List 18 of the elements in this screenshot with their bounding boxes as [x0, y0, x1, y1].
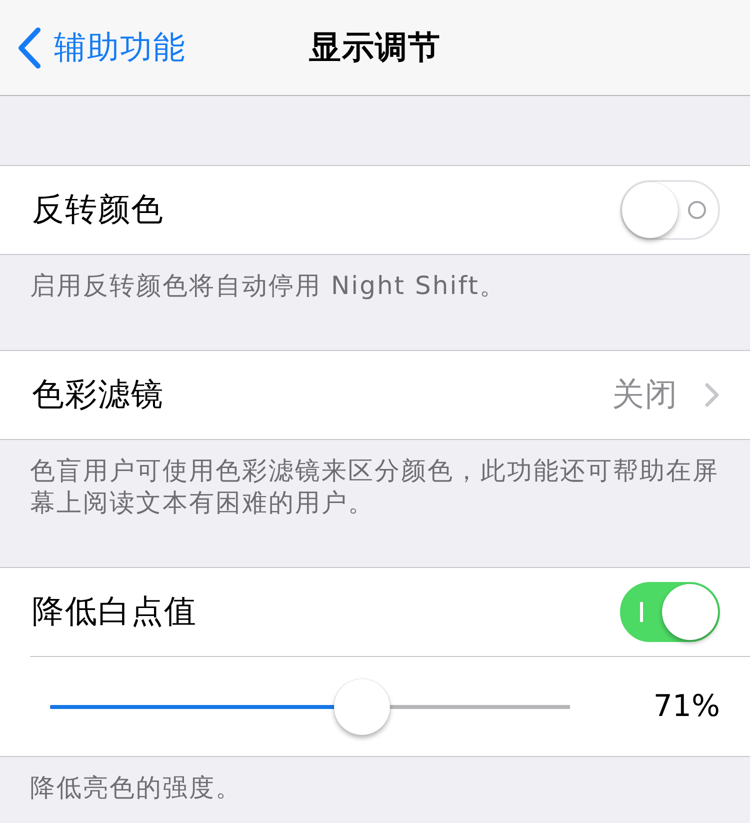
ring-icon — [688, 201, 706, 219]
chevron-left-icon — [16, 26, 42, 68]
chevron-right-icon — [704, 382, 720, 408]
row-label: 反转颜色 — [32, 189, 164, 230]
toggle-switch[interactable] — [620, 582, 720, 642]
slider-thumb[interactable] — [334, 678, 390, 734]
footer-note: 启用反转颜色将自动停用 Night Shift。 — [30, 270, 507, 302]
footer-note: 色盲用户可使用色彩滤镜来区分颜色，此功能还可帮助在屏幕上阅读文本有困难的用户。 — [30, 455, 720, 519]
row-value: 关闭 — [612, 374, 678, 415]
settings-row[interactable]: 色彩滤镜 关闭 — [0, 351, 750, 439]
nav-title: 显示调节 — [309, 26, 441, 68]
row-label: 降低白点值 — [32, 591, 197, 632]
footer-note: 降低亮色的强度。 — [30, 772, 243, 804]
row-label: 色彩滤镜 — [32, 374, 164, 415]
back-button[interactable]: 辅助功能 — [16, 22, 186, 74]
slider-value: 71% — [653, 689, 720, 724]
toggle-switch[interactable] — [620, 180, 720, 240]
line-icon — [640, 602, 643, 622]
